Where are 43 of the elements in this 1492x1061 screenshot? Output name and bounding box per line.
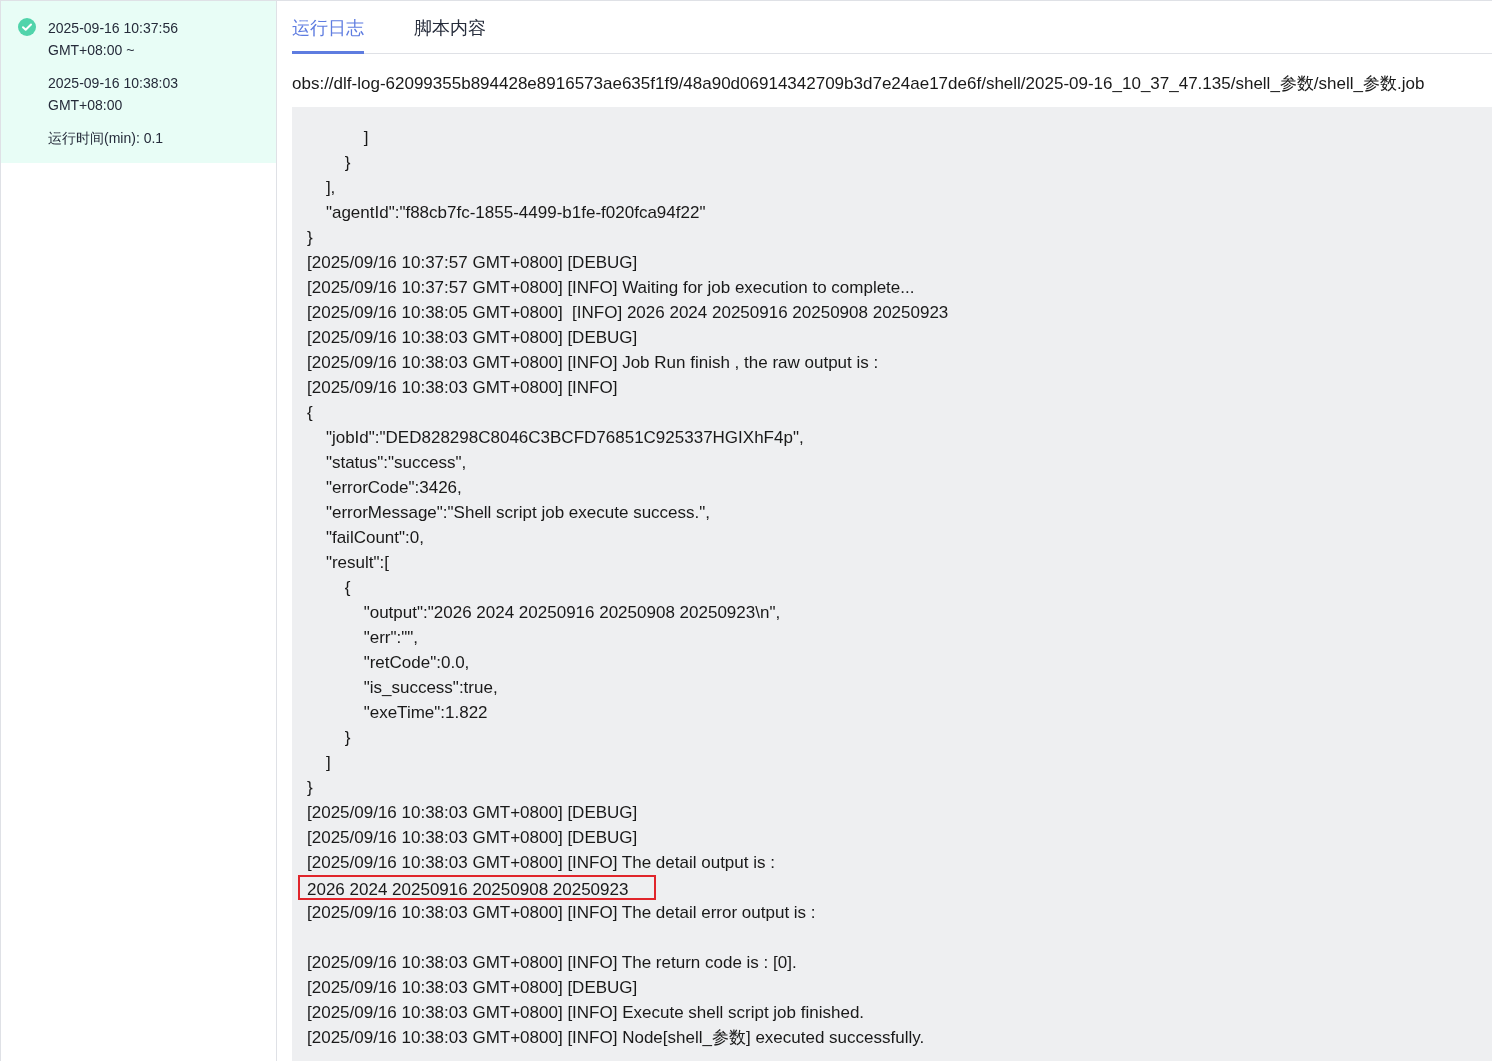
- log-line: "failCount":0,: [324, 527, 424, 549]
- log-line: }: [307, 227, 313, 249]
- log-line: "retCode":0.0,: [362, 652, 470, 674]
- end-time: 2025-09-16 10:38:03: [48, 74, 178, 93]
- log-line: "status":"success",: [324, 452, 467, 474]
- start-timezone: GMT+08:00 ~: [48, 41, 135, 60]
- log-line: [2025/09/16 10:37:57 GMT+0800] [INFO] Waiting for job execution to complete...: [307, 277, 915, 299]
- log-line: [2025/09/16 10:38:03 GMT+0800] [INFO]: [307, 377, 618, 399]
- log-line: ],: [324, 177, 336, 199]
- end-timezone: GMT+08:00: [48, 96, 123, 115]
- log-line: "output":"2026 2024 20250916 20250908 20250923\n",: [362, 602, 781, 624]
- log-line: [2025/09/16 10:38:03 GMT+0800] [DEBUG]: [307, 327, 638, 349]
- log-line: [2025/09/16 10:38:03 GMT+0800] [INFO] The detail error output is :: [307, 902, 816, 924]
- log-line: "agentId":"f88cb7fc-1855-4499-b1fe-f020fca94f22": [324, 202, 706, 224]
- log-line: [2025/09/16 10:38:03 GMT+0800] [DEBUG]: [307, 802, 638, 824]
- tab[interactable]: 运行日志: [292, 15, 364, 54]
- log-line: [2025/09/16 10:38:03 GMT+0800] [DEBUG]: [307, 827, 638, 849]
- log-line: "result":[: [324, 552, 389, 574]
- log-line: [2025/09/16 10:38:05 GMT+0800] [INFO] 2026 2024 20250916 20250908 20250923: [307, 302, 949, 324]
- log-line: "errorCode":3426,: [324, 477, 462, 499]
- log-line: "errorMessage":"Shell script job execute success.",: [324, 502, 711, 524]
- log-line: "jobId":"DED828298C8046C3BCFD76851C925337HGIXhF4p",: [324, 427, 804, 449]
- log-path: obs://dlf-log-62099355b894428e8916573ae635f1f9/48a90d06914342709b3d7e24ae17de6f/shell/2025-09-16_10_37_47.135/shell_参数/shell_参数.job: [292, 73, 1426, 95]
- run-duration: 运行时间(min): 0.1: [48, 129, 164, 148]
- log-line: }: [343, 152, 351, 174]
- log-line: [2025/09/16 10:38:03 GMT+0800] [DEBUG]: [307, 977, 638, 999]
- log-line: [2025/09/16 10:38:03 GMT+0800] [INFO] Node[shell_参数] executed successfully.: [307, 1027, 925, 1049]
- log-line: "err":"",: [362, 627, 419, 649]
- log-line: [2025/09/16 10:37:57 GMT+0800] [DEBUG]: [307, 252, 638, 274]
- log-line: [2025/09/16 10:38:03 GMT+0800] [INFO] The return code is : [0].: [307, 952, 797, 974]
- start-time: 2025-09-16 10:37:56: [48, 19, 178, 38]
- tab[interactable]: 脚本内容: [414, 15, 486, 54]
- log-line: {: [307, 402, 313, 424]
- log-line: {: [343, 577, 351, 599]
- log-line: "is_success":true,: [362, 677, 498, 699]
- log-line: "exeTime":1.822: [362, 702, 488, 724]
- log-line: ]: [362, 127, 369, 149]
- log-line: ]: [324, 752, 331, 774]
- log-line: [2025/09/16 10:38:03 GMT+0800] [INFO] The detail output is :: [307, 852, 775, 874]
- log-line: }: [307, 777, 313, 799]
- log-line: [2025/09/16 10:38:03 GMT+0800] [INFO] Execute shell script job finished.: [307, 1002, 865, 1024]
- log-line: [2025/09/16 10:38:03 GMT+0800] [INFO] Job Run finish , the raw output is :: [307, 352, 879, 374]
- log-line: }: [343, 727, 351, 749]
